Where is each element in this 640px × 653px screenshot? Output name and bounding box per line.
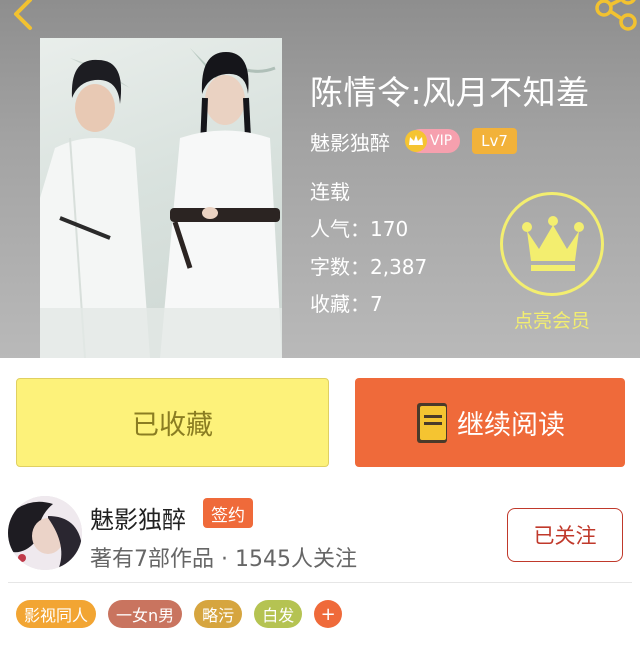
avatar[interactable] — [8, 496, 82, 570]
tag-item[interactable]: 白发 — [254, 600, 303, 628]
vip-label: VIP — [430, 133, 453, 149]
back-arrow-icon[interactable] — [4, 0, 40, 32]
book-cover-image[interactable] — [40, 38, 282, 358]
popularity-stat: 人气：170 — [310, 213, 408, 242]
word-count-stat: 字数：2,387 — [310, 251, 427, 280]
book-header: 陈情令:风月不知羞 魅影独醉 VIP Lv7 连载 人气：170 字数：2,38… — [0, 0, 640, 358]
level-badge: Lv7 — [472, 128, 517, 154]
popularity-label: 人气： — [310, 217, 370, 241]
follow-label: 已关注 — [533, 524, 597, 548]
author-stats: 著有7部作品 · 1545人关注 — [90, 547, 357, 572]
tag-item[interactable]: 略污 — [194, 600, 243, 628]
favorite-label: 已收藏 — [132, 410, 213, 441]
add-tag-button[interactable]: + — [314, 600, 343, 628]
author-row: 魅影独醉 VIP Lv7 — [310, 126, 517, 156]
word-count-label: 字数： — [310, 255, 370, 279]
serial-status: 连载 — [310, 180, 350, 204]
favorites-label: 收藏： — [310, 292, 370, 316]
author-card-name[interactable]: 魅影独醉 — [90, 500, 186, 535]
crown-icon — [405, 130, 427, 152]
word-count-value: 2,387 — [370, 255, 428, 279]
tag-list: 影视同人 一女n男 略污 白发 + — [16, 600, 343, 628]
continue-reading-button[interactable]: 继续阅读 — [355, 378, 625, 467]
book-title: 陈情令:风月不知羞 — [310, 73, 590, 112]
popularity-value: 170 — [370, 217, 409, 241]
follow-button[interactable]: 已关注 — [507, 508, 623, 562]
divider — [8, 582, 632, 583]
membership-label[interactable]: 点亮会员 — [490, 306, 614, 333]
book-icon — [417, 402, 447, 443]
tag-item[interactable]: 一女n男 — [108, 600, 183, 628]
signed-badge: 签约 — [203, 498, 253, 528]
author-name[interactable]: 魅影独醉 — [310, 127, 390, 156]
vip-badge: VIP — [405, 129, 461, 153]
favorites-value: 7 — [370, 292, 383, 316]
continue-reading-label: 继续阅读 — [457, 410, 565, 441]
membership-button[interactable] — [500, 192, 604, 296]
favorites-stat: 收藏：7 — [310, 288, 383, 317]
crown-icon — [522, 216, 584, 271]
share-icon[interactable] — [588, 0, 640, 32]
tag-item[interactable]: 影视同人 — [16, 600, 97, 628]
favorite-button[interactable]: 已收藏 — [16, 378, 329, 467]
